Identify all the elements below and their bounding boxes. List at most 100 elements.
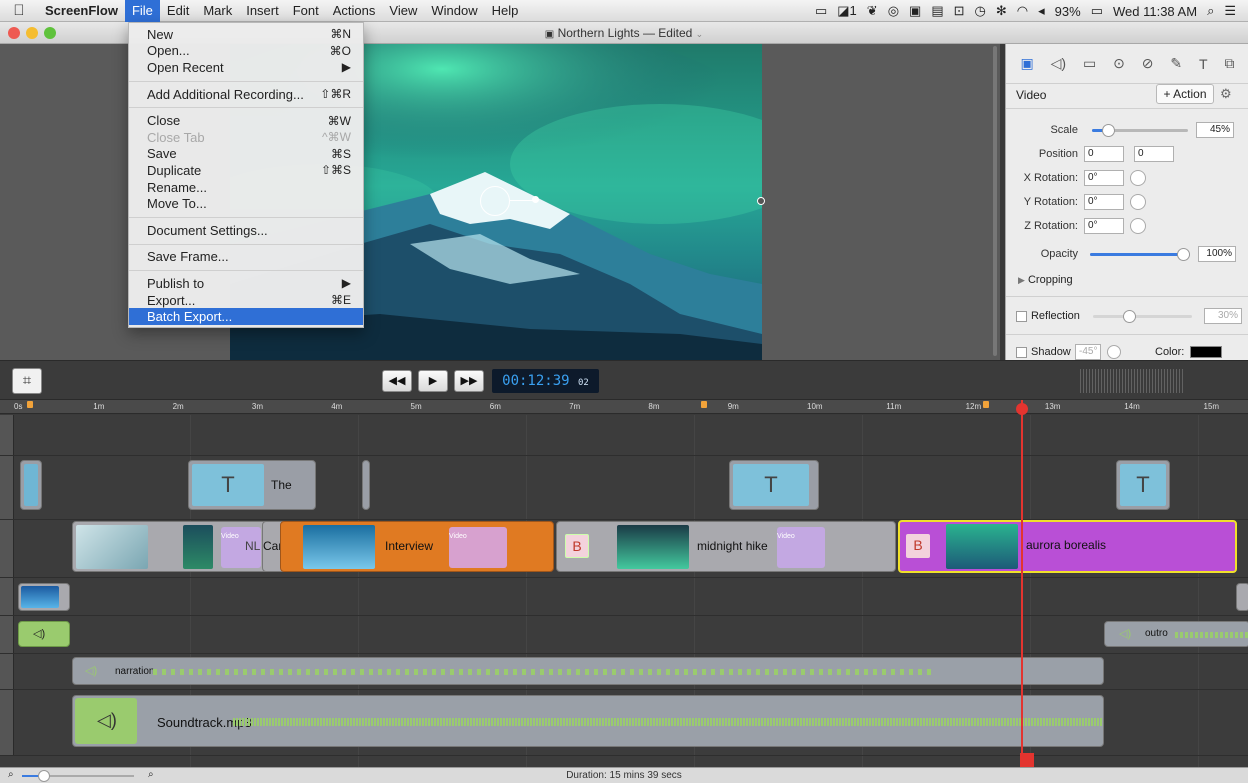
time-machine-icon[interactable]: ◷ <box>975 3 986 19</box>
chevron-down-icon[interactable]: ⌄ <box>696 29 704 39</box>
text-clip[interactable]: T The <box>188 460 316 510</box>
menu-item-save[interactable]: Save ⌘S <box>129 146 363 163</box>
rotation-handle[interactable] <box>480 186 510 216</box>
menu-item-publish-to[interactable]: Publish to ▶ <box>129 275 363 292</box>
text-icon[interactable]: T <box>1199 56 1208 72</box>
marker-icon[interactable] <box>701 401 707 408</box>
gear-icon[interactable]: ⚙ <box>1220 86 1232 102</box>
annotation-icon[interactable]: ✎ <box>1170 55 1182 72</box>
marker-icon[interactable] <box>983 401 989 408</box>
opacity-slider[interactable] <box>1090 247 1190 261</box>
video-action-block[interactable]: Video <box>449 527 507 568</box>
track-handle[interactable] <box>0 690 14 755</box>
playhead-knob[interactable] <box>1016 403 1028 415</box>
z-rotation-dial-icon[interactable] <box>1130 218 1146 234</box>
marker-icon[interactable] <box>27 401 33 408</box>
video-properties-icon[interactable]: ▣ <box>1020 55 1033 72</box>
shadow-angle-dial-icon[interactable] <box>1107 345 1121 359</box>
reflection-slider-knob[interactable] <box>1122 309 1136 323</box>
battery-icon[interactable]: ▭ <box>1091 3 1103 19</box>
play-button[interactable]: ▶ <box>418 370 448 392</box>
display-icon[interactable]: ◪1 <box>837 3 857 19</box>
scale-slider[interactable] <box>1092 123 1188 137</box>
menu-item-save-frame[interactable]: Save Frame... <box>129 249 363 266</box>
menu-item-document-settings[interactable]: Document Settings... <box>129 222 363 239</box>
soundtrack-audio-clip[interactable]: ◁) Soundtrack.mp3 <box>72 695 1104 747</box>
notification-center-icon[interactable]: ☰ <box>1224 3 1236 19</box>
shadow-color-swatch[interactable] <box>1190 346 1223 358</box>
z-rotation-field[interactable]: 0° <box>1084 218 1124 234</box>
canvas-scrollbar[interactable] <box>993 46 997 356</box>
transition-icon[interactable]: B <box>565 534 589 558</box>
x-rotation-dial-icon[interactable] <box>1130 170 1146 186</box>
bluetooth-icon[interactable]: ✻ <box>996 3 1007 19</box>
video-clip[interactable]: Video NL <box>72 521 284 572</box>
apple-menu-icon[interactable]:  <box>0 0 38 22</box>
menu-item-add-additional-recording[interactable]: Add Additional Recording... ⇧⌘R <box>129 86 363 103</box>
fast-forward-button[interactable]: ▶▶ <box>454 370 484 392</box>
menu-edit[interactable]: Edit <box>160 0 196 22</box>
outro-audio-clip[interactable]: ◁) outro <box>1104 621 1248 647</box>
y-rotation-dial-icon[interactable] <box>1130 194 1146 210</box>
menu-insert[interactable]: Insert <box>239 0 286 22</box>
screen-record-icon[interactable]: ▭ <box>815 3 827 19</box>
menu-item-close[interactable]: Close ⌘W <box>129 112 363 129</box>
menu-item-open-recent[interactable]: Open Recent ▶ <box>129 59 363 76</box>
menu-font[interactable]: Font <box>286 0 326 22</box>
callout-icon[interactable]: ⊙ <box>1113 55 1125 72</box>
video-clip[interactable] <box>18 583 70 611</box>
text-clip[interactable]: T <box>729 460 819 510</box>
menu-mark[interactable]: Mark <box>196 0 239 22</box>
track-handle[interactable] <box>0 456 14 519</box>
menu-app-name[interactable]: ScreenFlow <box>38 0 125 22</box>
screen-recording-icon[interactable]: ▭ <box>1083 55 1096 72</box>
transition-icon[interactable]: B <box>906 534 930 558</box>
airplay-icon[interactable]: ⊡ <box>954 3 965 19</box>
track-handle[interactable] <box>0 578 14 615</box>
track-handle[interactable] <box>0 415 14 455</box>
volume-icon[interactable]: ◂ <box>1038 3 1045 19</box>
media-library-icon[interactable]: ⧉ <box>1224 55 1234 72</box>
resize-handle[interactable] <box>757 197 765 205</box>
menu-file[interactable]: File <box>124 0 160 22</box>
track-handle[interactable] <box>0 520 14 577</box>
menu-item-move-to[interactable]: Move To... <box>129 195 363 212</box>
menu-item-duplicate[interactable]: Duplicate ⇧⌘S <box>129 162 363 179</box>
x-rotation-field[interactable]: 0° <box>1084 170 1124 186</box>
menu-item-batch-export[interactable]: Batch Export... <box>129 308 363 325</box>
audio-properties-icon[interactable]: ◁) <box>1051 55 1066 72</box>
narration-audio-clip[interactable]: ◁) narration <box>72 657 1104 685</box>
opacity-value[interactable]: 100% <box>1198 246 1236 262</box>
touch-callout-icon[interactable]: ⊘ <box>1142 55 1154 72</box>
menu-view[interactable]: View <box>382 0 424 22</box>
menu-item-open[interactable]: Open... ⌘O <box>129 43 363 60</box>
video-action-block[interactable]: Video <box>777 527 825 568</box>
timeline-ruler[interactable]: 0s 1m 2m 3m 4m 5m 6m 7m 8m 9m 10m 11m 12m 13m 14m 15m <box>0 400 1248 414</box>
callout-clip[interactable] <box>362 460 370 510</box>
y-rotation-field[interactable]: 0° <box>1084 194 1124 210</box>
scale-slider-knob[interactable] <box>1101 123 1115 137</box>
spotlight-icon[interactable]: ⌕ <box>1207 3 1214 19</box>
callout-clip[interactable] <box>20 460 42 510</box>
menu-item-rename[interactable]: Rename... <box>129 179 363 196</box>
crop-icon[interactable]: ⌗ <box>12 368 42 394</box>
aurora-borealis-clip[interactable]: B aurora borealis <box>898 520 1237 573</box>
rewind-button[interactable]: ◀◀ <box>382 370 412 392</box>
clock[interactable]: Wed 11:38 AM <box>1113 4 1197 19</box>
menu-actions[interactable]: Actions <box>326 0 383 22</box>
position-x-field[interactable]: 0 <box>1084 146 1124 162</box>
shadow-checkbox[interactable] <box>1016 346 1027 358</box>
interview-clip[interactable]: Interview Video <box>280 521 554 572</box>
wifi-icon[interactable]: ◠ <box>1017 3 1028 19</box>
reflection-slider[interactable] <box>1092 309 1193 323</box>
add-action-button[interactable]: + Action <box>1156 84 1214 104</box>
video-clip[interactable] <box>1236 583 1248 611</box>
playhead-end-marker[interactable] <box>1020 753 1034 767</box>
creative-cloud-icon[interactable]: ◎ <box>888 3 899 19</box>
menu-item-new[interactable]: New ⌘N <box>129 26 363 43</box>
reflection-value[interactable]: 30% <box>1204 308 1242 324</box>
shadow-angle-field[interactable]: -45° <box>1075 344 1101 360</box>
midnight-hike-clip[interactable]: B midnight hike Video <box>556 521 896 572</box>
reflection-checkbox[interactable] <box>1016 310 1027 322</box>
battery-percent[interactable]: 93% <box>1055 4 1081 19</box>
